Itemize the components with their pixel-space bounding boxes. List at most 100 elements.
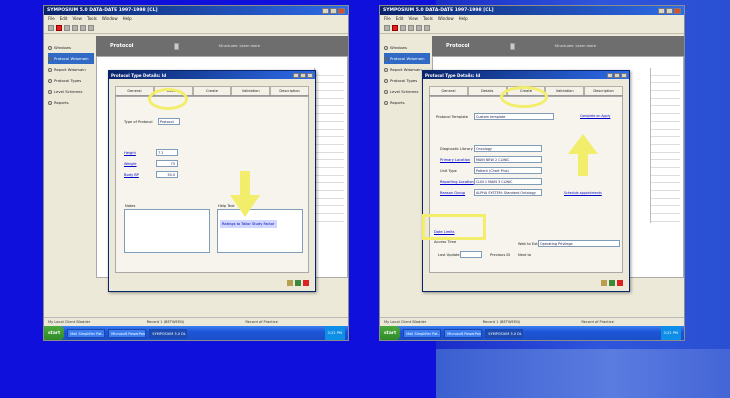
cancel-icon[interactable] <box>617 280 623 286</box>
menu-file[interactable]: File <box>384 16 391 21</box>
save-icon[interactable] <box>295 280 301 286</box>
dialog-max-button[interactable] <box>300 72 306 78</box>
new-icon[interactable] <box>48 24 54 31</box>
up-arrow-icon <box>568 134 598 176</box>
close-button[interactable] <box>674 7 681 14</box>
height-field[interactable]: 7 2 <box>156 149 178 156</box>
close-button[interactable] <box>338 7 345 14</box>
menu-tools[interactable]: Tools <box>87 16 97 21</box>
save-icon[interactable] <box>400 24 406 31</box>
banner-link[interactable]: Structures: Learn more <box>555 44 596 48</box>
body-bp-field[interactable]: 50.0 <box>156 171 178 178</box>
taskbar-item[interactable]: Mail Simplifier Pat... <box>403 328 442 338</box>
reporting-location-field[interactable]: CLIN 1 MAIN 3 CLINIC <box>474 178 542 185</box>
minimize-button[interactable] <box>322 7 329 14</box>
weight-field[interactable]: 75 <box>156 160 178 167</box>
last-update-field <box>460 251 482 258</box>
sidebar-item[interactable]: Protocol Wdomain <box>48 53 94 64</box>
minimize-button[interactable] <box>658 7 665 14</box>
dialog-titlebar: Protocol Type Details: Id <box>423 71 629 79</box>
tab-general[interactable]: General <box>429 86 468 95</box>
sidebar-item[interactable]: Reports <box>48 97 94 108</box>
field-label[interactable]: Reason Group <box>440 191 465 195</box>
menu-window[interactable]: Window <box>438 16 454 21</box>
dialog-min-button[interactable] <box>607 72 613 78</box>
field-label[interactable]: Primary Location <box>440 158 470 162</box>
maximize-button[interactable] <box>330 7 337 14</box>
protocol-type-field[interactable]: Protocol <box>158 118 180 125</box>
open-icon[interactable] <box>408 24 414 31</box>
save-icon[interactable] <box>64 24 70 31</box>
new-icon[interactable] <box>384 24 390 31</box>
lock-icon[interactable] <box>287 280 293 286</box>
taskbar: start Mail Simplifier Pat... Microsoft P… <box>380 326 684 340</box>
tab-validation[interactable]: Validation <box>545 86 585 95</box>
reason-group-field[interactable]: ALPHA SYSTEM: Standard Ontology <box>474 189 542 196</box>
lock-icon[interactable] <box>601 280 607 286</box>
banner-title: Protocol <box>446 43 470 49</box>
sidebar-item[interactable]: Report Wdomain <box>48 64 94 75</box>
page-banner: Protocol Structures: Learn more <box>96 36 348 56</box>
dialog-actions <box>287 280 309 286</box>
dialog-min-button[interactable] <box>293 72 299 78</box>
tab-description[interactable]: Description <box>584 86 623 95</box>
sidebar-item[interactable]: Level Schemes <box>48 86 94 97</box>
primary-location-field[interactable]: MAIN NEW 2 CLINIC <box>474 156 542 163</box>
dialog-close-button[interactable] <box>307 72 313 78</box>
taskbar-item[interactable]: Mail Simplifier Pat... <box>67 328 106 338</box>
template-dropdown[interactable]: Custom template <box>474 113 554 120</box>
field-label: Diagnostic Library <box>440 147 473 151</box>
open-icon[interactable] <box>72 24 78 31</box>
field-label[interactable]: Weight <box>124 162 137 166</box>
menu-view[interactable]: View <box>408 16 418 21</box>
menu-help[interactable]: Help <box>123 16 132 21</box>
field-label[interactable]: Height <box>124 151 136 155</box>
taskbar-item[interactable]: Microsoft PowerPoint... <box>444 328 483 338</box>
checkbox-label[interactable]: Complete on Apply <box>580 114 610 118</box>
sidebar-item[interactable]: Windows <box>48 42 94 53</box>
tab-validation[interactable]: Validation <box>231 86 271 95</box>
wait-to-extend-field[interactable]: Operating Privilege <box>538 240 620 247</box>
help-icon[interactable] <box>88 24 94 31</box>
menu-edit[interactable]: Edit <box>396 16 404 21</box>
start-button[interactable]: start <box>380 326 401 340</box>
taskbar-item[interactable]: Microsoft PowerPoint... <box>108 328 147 338</box>
field-label[interactable]: Body BP <box>124 173 139 177</box>
field-label[interactable]: Reporting Location <box>440 180 474 184</box>
menu-file[interactable]: File <box>48 16 55 21</box>
unit-type-field[interactable]: Patient (Chart Plus) <box>474 167 542 174</box>
help-icon[interactable] <box>424 24 430 31</box>
menu-window[interactable]: Window <box>102 16 118 21</box>
menu-help[interactable]: Help <box>459 16 468 21</box>
maximize-button[interactable] <box>666 7 673 14</box>
bullet-icon <box>48 89 52 94</box>
sidebar-item[interactable]: Protocol Types <box>48 75 94 86</box>
dialog-max-button[interactable] <box>614 72 620 78</box>
menu-edit[interactable]: Edit <box>60 16 68 21</box>
dialog-close-button[interactable] <box>621 72 627 78</box>
print-icon[interactable] <box>80 24 86 31</box>
save-icon[interactable] <box>609 280 615 286</box>
menu-view[interactable]: View <box>72 16 82 21</box>
banner-link[interactable]: Structures: Learn more <box>219 44 260 48</box>
schedule-link[interactable]: Schedule appointments <box>564 191 602 195</box>
library-dropdown[interactable]: Oncology <box>474 145 542 152</box>
add-icon[interactable] <box>392 24 398 31</box>
window-title: SYMPOSIUM 5.0 DATA-DATE 1997-1998 [CL] <box>383 8 494 13</box>
tab-description[interactable]: Description <box>270 86 309 95</box>
print-icon[interactable] <box>416 24 422 31</box>
notes-box[interactable]: Notes <box>124 204 210 253</box>
cancel-icon[interactable] <box>303 280 309 286</box>
start-button[interactable]: start <box>44 326 65 340</box>
field-label: Unit Type <box>440 169 457 173</box>
window-title: SYMPOSIUM 5.0 DATA-DATE 1997-1998 [CL] <box>47 8 158 13</box>
taskbar-item[interactable]: SYMPOSIUM 5.0 DL... <box>485 328 524 338</box>
sidebar-item[interactable]: Windows <box>384 42 430 53</box>
taskbar: start Mail Simplifier Pat... Microsoft P… <box>44 326 348 340</box>
tab-create[interactable]: Create <box>192 86 232 95</box>
tab-general[interactable]: General <box>115 86 154 95</box>
add-icon[interactable] <box>56 24 62 31</box>
menu-tools[interactable]: Tools <box>423 16 433 21</box>
taskbar-item[interactable]: SYMPOSIUM 5.0 DL... <box>149 328 188 338</box>
sidebar-item[interactable]: Protocol Wdomain <box>384 53 430 64</box>
